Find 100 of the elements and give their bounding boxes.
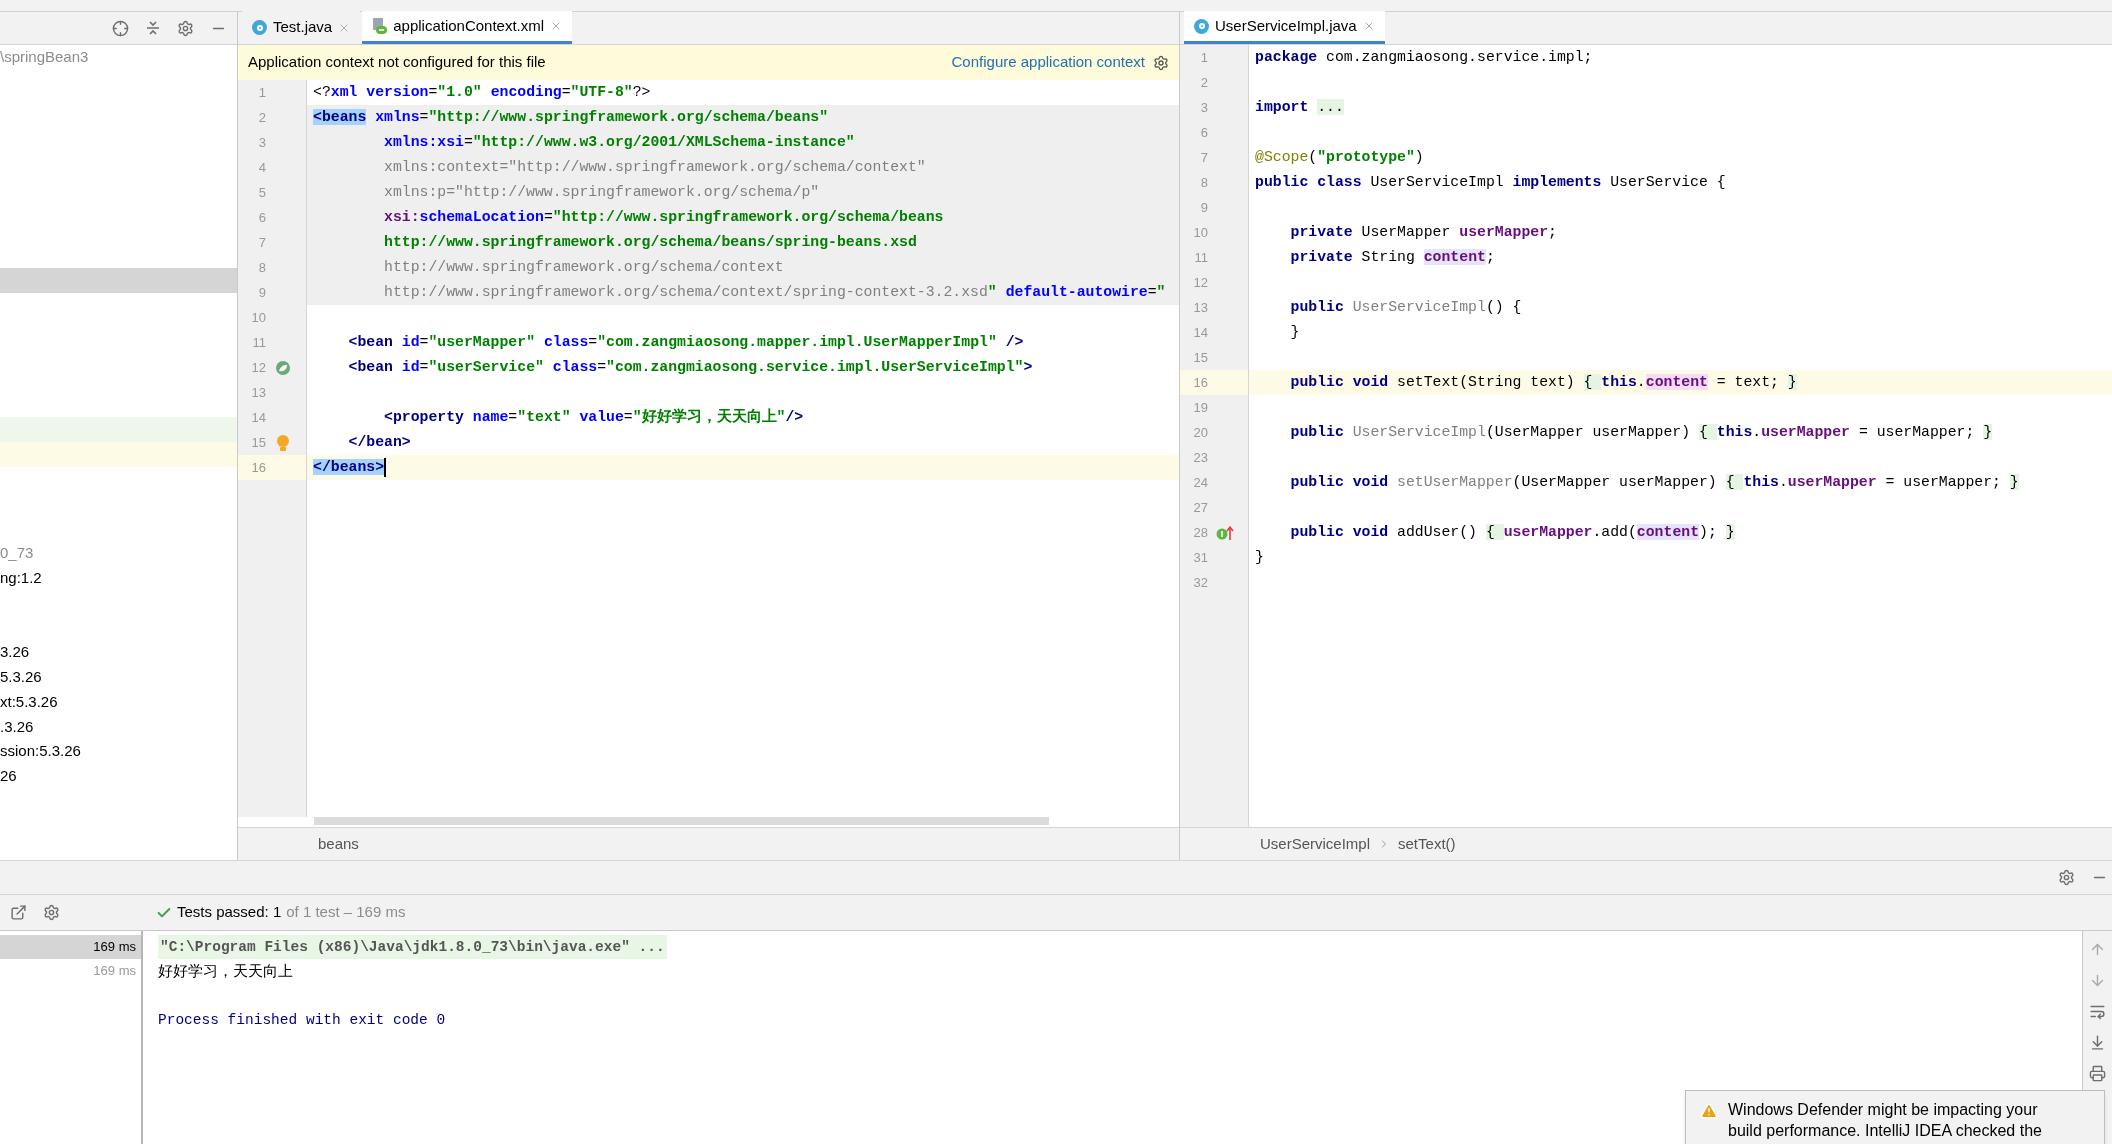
code-line: http://www.springframework.org/schema/context/spring-context-3.2.xsd" default-autowire=" [383,283,1166,302]
line-number: 20 [1192,423,1208,442]
line-number: 16 [250,458,266,477]
notification-text: Windows Defender might be impacting your build performance. IntelliJ IDEA checked the [1728,1100,2043,1141]
configure-link[interactable]: Configure application context [951,51,1145,74]
locate-icon[interactable] [112,19,129,37]
export-icon[interactable] [10,904,27,921]
code-line: <bean id="userService" class="com.zangmiaosong.service.impl.UserServiceImpl"> [347,358,1033,377]
line-number: 31 [1192,548,1208,567]
line-number: 15 [1192,348,1208,367]
code-line: http://www.springframework.org/schema/beans/spring-beans.xsd [383,233,917,252]
code-line: public class UserServiceImpl implements UserService { [1255,173,1726,192]
line-number: 13 [1192,298,1208,317]
line-number: 14 [1192,323,1208,342]
line-number: 16 [1192,373,1208,392]
line-number: 11 [251,333,266,352]
line-number: 6 [257,208,266,227]
code-line: public UserServiceImpl(UserMapper userMapper) { this.userMapper = userMapper; } [1289,423,1993,442]
tree-item[interactable]: .3.26 [0,715,34,739]
line-number: 1 [1199,48,1208,67]
line-number: 7 [1199,148,1208,167]
line-number: 28 [1192,523,1208,542]
settings-icon[interactable] [1153,54,1169,71]
code-line: private UserMapper userMapper; [1289,223,1557,242]
soft-wrap-icon[interactable] [2089,1003,2106,1020]
breadcrumb[interactable]: UserServiceImpl [1260,832,1371,856]
line-number: 24 [1192,473,1208,492]
code-line: private String content; [1289,248,1495,267]
code-line: public void addUser() { userMapper.add(content); } [1289,523,1735,542]
line-number: 15 [250,433,266,452]
line-number: 6 [1199,123,1208,142]
console-line: 好好学习，天天向上 [158,961,293,981]
collapse-icon[interactable] [145,20,161,36]
line-number: 27 [1192,498,1208,517]
line-number: 23 [1192,448,1208,467]
code-line: public void setText(String text) { this.content = text; } [1289,373,1797,392]
tree-item[interactable]: 5.3.26 [0,666,42,689]
code-line: @Scope("prototype") [1255,148,1424,167]
code-line: <?xml version="1.0" encoding="UTF-8"?> [313,83,651,102]
line-number: 8 [257,258,266,277]
line-number: 14 [250,408,266,427]
code-line: public void setUserMapper(UserMapper userMapper) { this.userMapper = userMapper; } [1289,473,2019,492]
banner-message: Application context not configured for this file [248,52,546,73]
warning-icon [1700,1102,1718,1120]
class-icon [1194,18,1209,34]
code-line: } [1289,323,1300,342]
test-duration[interactable]: 169 ms [0,935,141,959]
line-number: 11 [1193,248,1208,267]
tab-label: Test.java [273,17,333,38]
settings-icon[interactable] [43,904,60,921]
code-line: xmlns:context="http://www.springframework.org/schema/context" [383,158,926,177]
line-number: 19 [1192,398,1208,417]
tree-item[interactable]: 3.26 [0,641,30,664]
tree-item[interactable]: ng:1.2 [0,566,42,590]
line-number: 2 [257,108,266,127]
code-line: xmlns:p="http://www.springframework.org/schema/p" [383,183,820,202]
line-number: 2 [1199,73,1208,92]
code-line: http://www.springframework.org/schema/context [383,258,784,277]
console-line: Process finished with exit code 0 [158,1011,446,1030]
breadcrumb[interactable]: setText() [1398,832,1456,856]
line-number: 10 [1192,223,1208,242]
line-number: 3 [257,133,266,152]
line-number: 9 [257,283,266,302]
code-line: <property name="text" value="好好学习，天天向上"/> [383,407,804,427]
code-line: import ... [1255,98,1344,117]
code-line: </bean> [347,433,411,452]
tab-label: UserServiceImpl.java [1215,15,1357,36]
line-number: 8 [1199,173,1208,192]
class-icon [252,20,267,35]
code-line: public UserServiceImpl() { [1289,298,1522,317]
settings-icon[interactable] [177,19,194,37]
code-line: <bean id="userMapper" class="com.zangmiaosong.mapper.impl.UserMapperImpl" /> [347,333,1024,352]
line-number: 1 [257,83,266,102]
code-line: xsi:schemaLocation="http://www.springframework.org/schema/beans [383,208,944,227]
tree-item[interactable]: xt:5.3.26 [0,690,58,714]
test-detail: of 1 test – 169 ms [286,902,406,923]
bean-icon[interactable] [275,359,291,376]
code-line: xmlns:xsi="http://www.w3.org/2001/XMLSchema-instance" [383,133,855,152]
xml-file-icon [372,18,388,34]
editor-tab[interactable]: UserServiceImpl.java [1184,11,1385,44]
test-status: Tests passed: 1 [177,902,282,923]
line-number: 7 [257,233,266,252]
code-line: package com.zangmiaosong.service.impl; [1255,48,1593,67]
tree-item[interactable]: 26 [0,765,17,788]
line-number: 10 [250,308,266,327]
gutter-marker-icon[interactable] [1216,524,1234,541]
tree-item[interactable]: ssion:5.3.26 [0,740,81,763]
print-icon[interactable] [2089,1065,2106,1082]
line-number: 12 [250,358,266,377]
line-number: 12 [1192,273,1208,292]
scroll-to-end-icon[interactable] [2089,1034,2106,1051]
tree-item[interactable]: 0_73 [0,542,34,565]
editor-tab[interactable]: applicationContext.xml [362,11,573,44]
line-number: 4 [257,158,266,177]
line-number: 5 [257,183,266,202]
line-number: 32 [1192,573,1208,592]
horizontal-scrollbar[interactable] [314,817,1049,825]
breadcrumb[interactable]: beans [318,832,359,856]
settings-icon[interactable] [2058,869,2075,886]
code-line: } [1255,548,1264,567]
